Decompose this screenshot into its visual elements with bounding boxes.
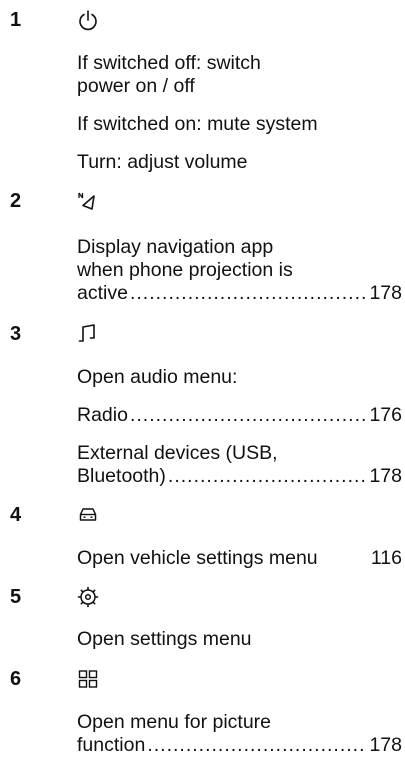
grid-icon [76, 667, 100, 691]
entry-switch-off: If switched off: switch power on / off [77, 52, 261, 97]
entry-radio: Radio ..................................… [77, 404, 402, 426]
item-number: 5 [10, 586, 22, 608]
entry-external-devices: External devices (USB, Bluetooth) ......… [77, 442, 402, 487]
page-ref: 116 [370, 547, 402, 569]
settings-gear-icon [76, 585, 100, 609]
page-ref: 178 [369, 282, 402, 304]
item-number: 6 [10, 668, 22, 690]
item-number: 2 [10, 190, 22, 212]
entry-open-audio: Open audio menu: [77, 366, 238, 388]
power-icon [76, 8, 100, 32]
item-number: 1 [10, 9, 22, 31]
entry-display-navigation: Display navigation app when phone projec… [77, 236, 402, 304]
entry-turn: Turn: adjust volume [77, 151, 248, 173]
page-ref: 178 [369, 465, 402, 487]
entry-vehicle-settings: Open vehicle settings menu 116 [77, 547, 402, 569]
page-ref: 176 [369, 404, 402, 426]
entry-open-settings: Open settings menu [77, 628, 252, 650]
music-note-icon [76, 322, 100, 346]
page-ref: 178 [369, 734, 402, 756]
car-icon [76, 503, 100, 527]
entry-picture-function: Open menu for picture function .........… [77, 711, 402, 756]
navigation-icon [76, 190, 100, 214]
item-number: 3 [10, 323, 22, 345]
item-number: 4 [10, 504, 22, 526]
entry-switch-on: If switched on: mute system [77, 113, 318, 135]
